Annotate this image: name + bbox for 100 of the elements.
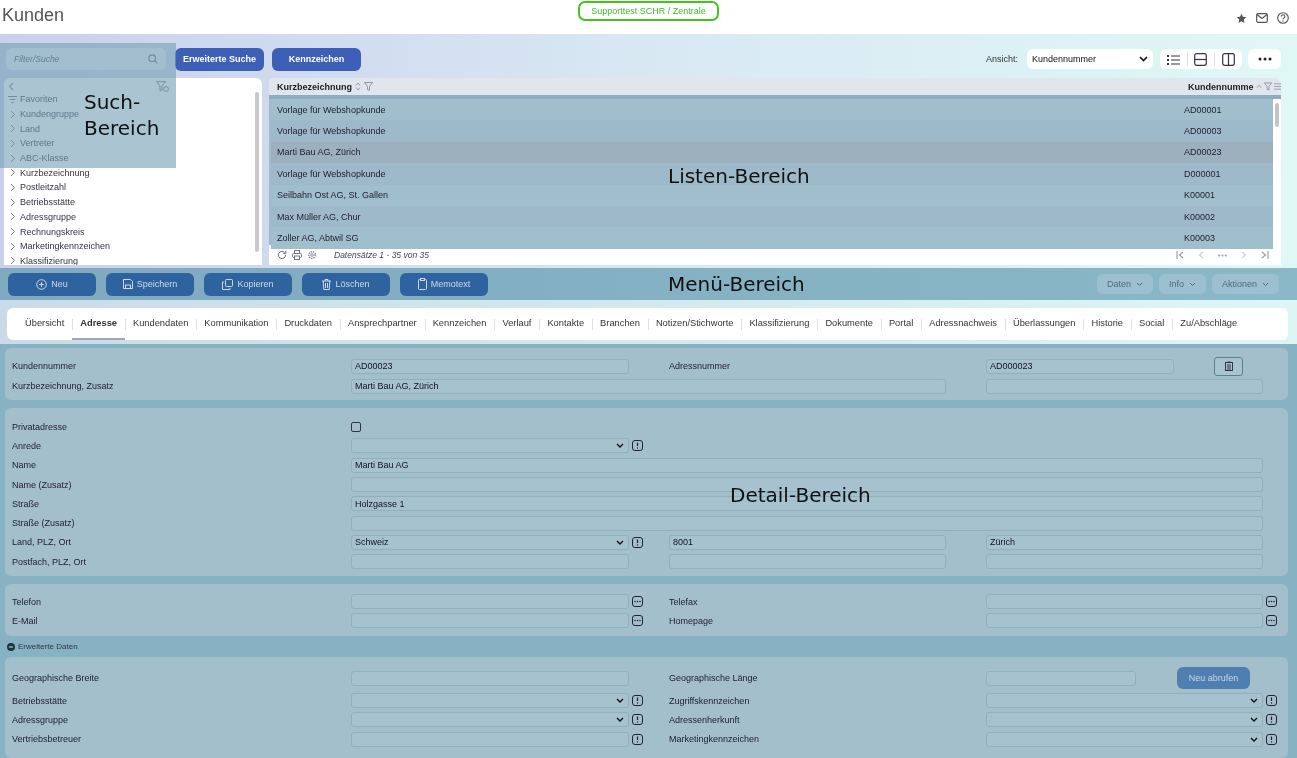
action-button[interactable]: Neu	[8, 272, 96, 296]
refresh-icon[interactable]	[277, 250, 287, 260]
annotation-label: Menü-Bereich	[668, 271, 805, 297]
tree-item[interactable]: Adressgruppe	[20, 211, 77, 222]
menu-icon[interactable]	[1273, 83, 1281, 90]
input-field[interactable]: 8001	[669, 534, 946, 550]
action-button[interactable]: Kopieren	[204, 272, 292, 296]
column-header[interactable]: Kurzbezeichnung	[277, 81, 352, 92]
list-view-icon[interactable]	[1167, 53, 1181, 65]
ellipsis-icon[interactable]	[632, 596, 643, 608]
action-button[interactable]: Memotext	[400, 272, 488, 296]
action-button[interactable]: Speichern	[106, 272, 194, 296]
select-field[interactable]	[986, 693, 1263, 709]
more-pages-icon[interactable]	[1218, 253, 1227, 257]
next-page-icon[interactable]	[1241, 251, 1247, 259]
chevron-left-icon[interactable]	[8, 82, 14, 91]
tab[interactable]: Adressnachweis	[921, 308, 1005, 340]
tab[interactable]: Druckdaten	[276, 308, 340, 340]
field-label: Adressgruppe	[12, 714, 70, 725]
last-page-icon[interactable]	[1261, 251, 1269, 259]
select-field[interactable]	[986, 712, 1263, 728]
sort-icon[interactable]	[355, 82, 361, 91]
tab[interactable]: Kommunikation	[196, 308, 277, 340]
sort-up-icon[interactable]	[1255, 84, 1262, 89]
table-cell: Vorlage für Webshopkunde	[277, 104, 386, 115]
tab[interactable]: Verlauf	[494, 308, 540, 340]
filter-icon[interactable]	[364, 82, 373, 91]
input-field[interactable]: Marti Bau AG	[351, 457, 1263, 473]
tab[interactable]: Übersicht	[17, 308, 73, 340]
mail-icon[interactable]	[1256, 13, 1268, 23]
first-page-icon[interactable]	[1176, 251, 1184, 259]
horizontal-split-icon[interactable]	[1194, 52, 1208, 66]
tab[interactable]: Branchen	[592, 308, 648, 340]
toolbar-button[interactable]: Erweiterte Suche	[175, 47, 264, 71]
tab[interactable]: Portal	[880, 308, 922, 340]
info-icon[interactable]	[632, 733, 643, 745]
info-icon[interactable]	[632, 695, 643, 707]
toolbar-button[interactable]: Kennzeichen	[272, 47, 361, 71]
info-icon[interactable]	[1266, 695, 1277, 707]
input-field[interactable]: AD000023	[986, 358, 1174, 374]
settings-icon[interactable]	[307, 250, 317, 260]
info-icon[interactable]	[632, 714, 643, 726]
ellipsis-icon[interactable]	[1266, 615, 1277, 627]
dots-icon	[1257, 57, 1272, 61]
info-icon[interactable]	[632, 440, 643, 452]
tab[interactable]: Überlassungen	[1004, 308, 1084, 340]
section-toggle[interactable]: Erweiterte Daten	[18, 642, 78, 652]
table-cell: K00002	[1184, 211, 1216, 222]
tab[interactable]: Notizen/Stichworte	[647, 308, 742, 340]
star-icon[interactable]	[1236, 12, 1247, 24]
input-field[interactable]: Zürich	[986, 534, 1263, 550]
previous-page-icon[interactable]	[1198, 251, 1204, 259]
select-field[interactable]	[986, 731, 1263, 747]
minus-circle-icon[interactable]	[7, 642, 15, 651]
action-button[interactable]: Löschen	[302, 272, 390, 296]
column-header[interactable]: Kundennumme	[1188, 81, 1254, 92]
clipboard-button[interactable]	[1214, 356, 1243, 376]
ellipsis-icon[interactable]	[1266, 596, 1277, 608]
tree-item[interactable]: Kurzbezeichnung	[20, 167, 90, 178]
tree-item[interactable]: Marketingkennzeichen	[20, 241, 111, 252]
tree-item[interactable]: Postleitzahl	[20, 182, 67, 193]
view-select[interactable]: Kundennummer	[1027, 49, 1153, 69]
select-field[interactable]	[351, 693, 629, 709]
scrollbar[interactable]	[255, 92, 259, 252]
tab[interactable]: Adresse	[72, 308, 125, 340]
input-field[interactable]: AD00023	[351, 358, 629, 374]
search-field[interactable]: Filter/Suche	[6, 48, 166, 70]
filter-settings-icon[interactable]	[156, 81, 169, 92]
tree-item[interactable]: Rechnungskreis	[20, 226, 85, 237]
tab[interactable]: Zu/Abschläge	[1172, 308, 1246, 340]
checkbox[interactable]	[351, 421, 361, 432]
info-icon[interactable]	[632, 536, 643, 548]
tree-item[interactable]: Betriebsstätte	[20, 197, 76, 208]
view-label: Ansicht:	[986, 54, 1018, 64]
tab[interactable]: Klassifizierung	[741, 308, 818, 340]
ellipsis-icon[interactable]	[632, 615, 643, 627]
scrollbar[interactable]	[1273, 99, 1281, 245]
help-icon[interactable]	[1277, 12, 1289, 24]
tab[interactable]: Social	[1131, 308, 1173, 340]
info-icon[interactable]	[1266, 714, 1277, 726]
input-field[interactable]: Marti Bau AG, Zürich	[351, 378, 946, 394]
select-field[interactable]	[351, 438, 629, 454]
list-row[interactable]: Marti Bau AG, Zürich AD00023	[271, 141, 1273, 164]
tab[interactable]: Kennzeichen	[424, 308, 495, 340]
tree-item[interactable]: Klassifizierung	[20, 255, 79, 265]
search-icon[interactable]	[148, 54, 158, 64]
info-icon[interactable]	[1266, 733, 1277, 745]
select-field[interactable]: Schweiz	[351, 534, 629, 550]
select-field[interactable]	[351, 712, 629, 728]
filter-icon[interactable]	[1263, 82, 1272, 91]
tab[interactable]: Kundendaten	[125, 308, 197, 340]
field-label: Geographische Länge	[669, 673, 759, 684]
tab[interactable]: Dokumente	[817, 308, 881, 340]
more-button[interactable]	[1248, 49, 1281, 69]
vertical-split-icon[interactable]	[1221, 52, 1235, 66]
print-icon[interactable]	[292, 250, 302, 260]
tab[interactable]: Ansprechpartner	[339, 308, 425, 340]
chevron-down-icon	[616, 698, 624, 704]
tab[interactable]: Historie	[1083, 308, 1131, 340]
tab[interactable]: Kontakte	[539, 308, 593, 340]
